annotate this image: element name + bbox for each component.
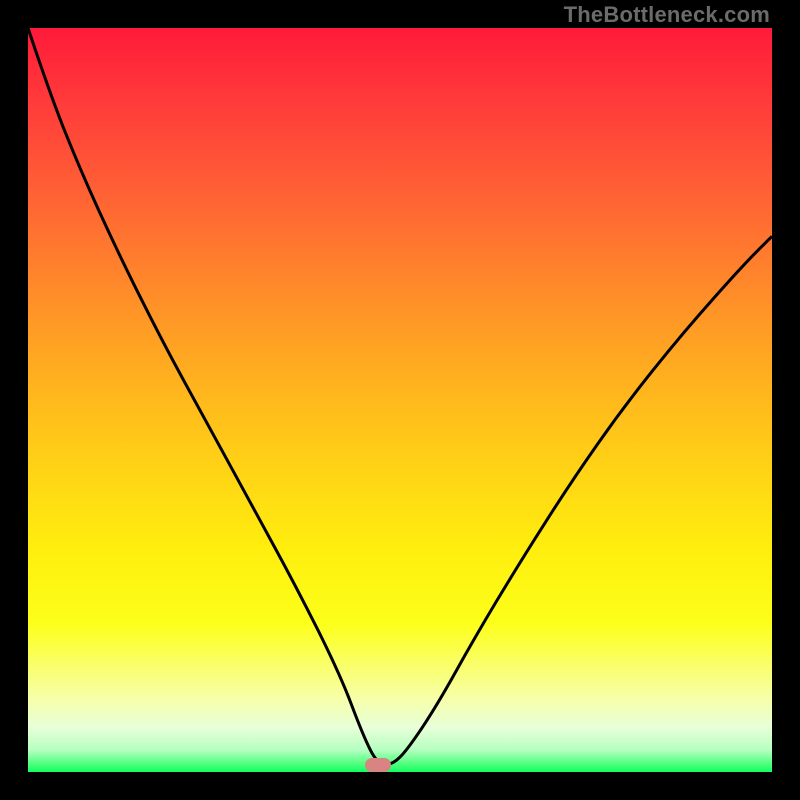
minimum-marker [365, 758, 391, 772]
chart-frame: TheBottleneck.com [0, 0, 800, 800]
bottleneck-curve [28, 28, 772, 772]
watermark-text: TheBottleneck.com [564, 2, 770, 28]
